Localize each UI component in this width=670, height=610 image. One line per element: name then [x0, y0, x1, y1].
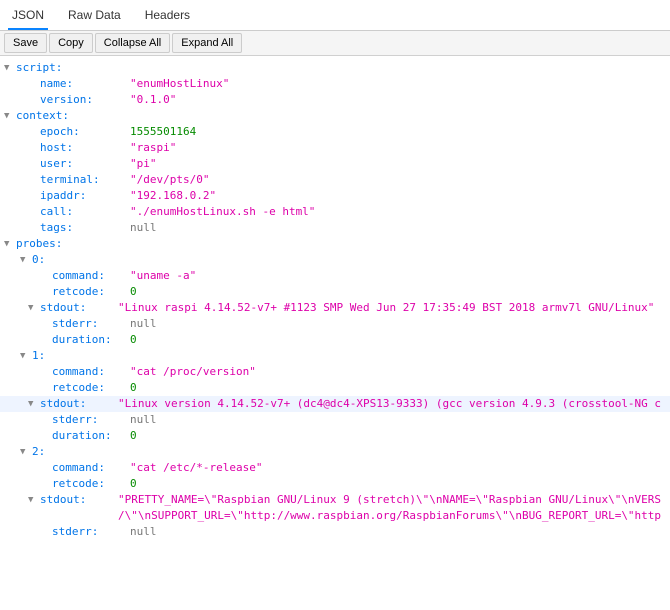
val-user: "pi" — [130, 156, 157, 172]
key-epoch[interactable]: epoch — [40, 124, 130, 140]
key-duration[interactable]: duration — [52, 428, 130, 444]
val-script-version: "0.1.0" — [130, 92, 176, 108]
save-button[interactable]: Save — [4, 33, 47, 53]
val-p0-command: "uname -a" — [130, 268, 196, 284]
val-p0-stdout: "Linux raspi 4.14.52-v7+ #1123 SMP Wed J… — [118, 300, 654, 316]
key-tags[interactable]: tags — [40, 220, 130, 236]
val-p0-retcode: 0 — [130, 284, 137, 300]
key-retcode[interactable]: retcode — [52, 284, 130, 300]
key-command[interactable]: command — [52, 364, 130, 380]
toggle-icon[interactable] — [28, 300, 38, 310]
key-stderr[interactable]: stderr — [52, 316, 130, 332]
key-duration[interactable]: duration — [52, 332, 130, 348]
key-ipaddr[interactable]: ipaddr — [40, 188, 130, 204]
val-p1-stdout: "Linux version 4.14.52-v7+ (dc4@dc4-XPS1… — [118, 396, 661, 412]
json-tree: script name"enumHostLinux" version"0.1.0… — [0, 56, 670, 544]
val-host: "raspi" — [130, 140, 176, 156]
val-ipaddr: "192.168.0.2" — [130, 188, 216, 204]
key-stdout[interactable]: stdout — [40, 300, 118, 316]
key-retcode[interactable]: retcode — [52, 380, 130, 396]
val-p0-duration: 0 — [130, 332, 137, 348]
tab-headers[interactable]: Headers — [141, 4, 194, 30]
val-script-name: "enumHostLinux" — [130, 76, 229, 92]
tab-raw-data[interactable]: Raw Data — [64, 4, 125, 30]
toggle-icon[interactable] — [20, 444, 30, 454]
val-p2-stderr: null — [130, 524, 157, 540]
toggle-icon[interactable] — [4, 60, 14, 70]
key-context[interactable]: context — [16, 108, 104, 124]
toggle-icon[interactable] — [28, 396, 38, 406]
key-stdout[interactable]: stdout — [40, 396, 118, 412]
val-p1-duration: 0 — [130, 428, 137, 444]
collapse-all-button[interactable]: Collapse All — [95, 33, 170, 53]
tab-bar: JSON Raw Data Headers — [0, 0, 670, 31]
val-p0-stderr: null — [130, 316, 157, 332]
key-terminal[interactable]: terminal — [40, 172, 130, 188]
key-stderr[interactable]: stderr — [52, 524, 130, 540]
toggle-icon[interactable] — [4, 236, 14, 246]
key-command[interactable]: command — [52, 460, 130, 476]
toolbar: Save Copy Collapse All Expand All — [0, 31, 670, 56]
toggle-icon[interactable] — [28, 492, 38, 502]
key-name[interactable]: name — [40, 76, 130, 92]
toggle-icon[interactable] — [20, 348, 30, 358]
key-stderr[interactable]: stderr — [52, 412, 130, 428]
key-version[interactable]: version — [40, 92, 130, 108]
key-index-1[interactable]: 1 — [32, 348, 120, 364]
key-script[interactable]: script — [16, 60, 104, 76]
key-host[interactable]: host — [40, 140, 130, 156]
val-call: "./enumHostLinux.sh -e html" — [130, 204, 315, 220]
val-p2-retcode: 0 — [130, 476, 137, 492]
key-index-0[interactable]: 0 — [32, 252, 120, 268]
val-tags: null — [130, 220, 157, 236]
val-p1-retcode: 0 — [130, 380, 137, 396]
val-p2-command: "cat /etc/*-release" — [130, 460, 262, 476]
tab-json[interactable]: JSON — [8, 4, 48, 30]
toggle-icon[interactable] — [20, 252, 30, 262]
val-terminal: "/dev/pts/0" — [130, 172, 209, 188]
val-epoch: 1555501164 — [130, 124, 196, 140]
key-call[interactable]: call — [40, 204, 130, 220]
val-p1-command: "cat /proc/version" — [130, 364, 256, 380]
val-p1-stderr: null — [130, 412, 157, 428]
key-user[interactable]: user — [40, 156, 130, 172]
key-probes[interactable]: probes — [16, 236, 104, 252]
val-p2-stdout: "PRETTY_NAME=\"Raspbian GNU/Linux 9 (str… — [118, 492, 661, 524]
key-index-2[interactable]: 2 — [32, 444, 120, 460]
toggle-icon[interactable] — [4, 108, 14, 118]
key-retcode[interactable]: retcode — [52, 476, 130, 492]
key-command[interactable]: command — [52, 268, 130, 284]
copy-button[interactable]: Copy — [49, 33, 93, 53]
expand-all-button[interactable]: Expand All — [172, 33, 242, 53]
key-stdout[interactable]: stdout — [40, 492, 118, 508]
